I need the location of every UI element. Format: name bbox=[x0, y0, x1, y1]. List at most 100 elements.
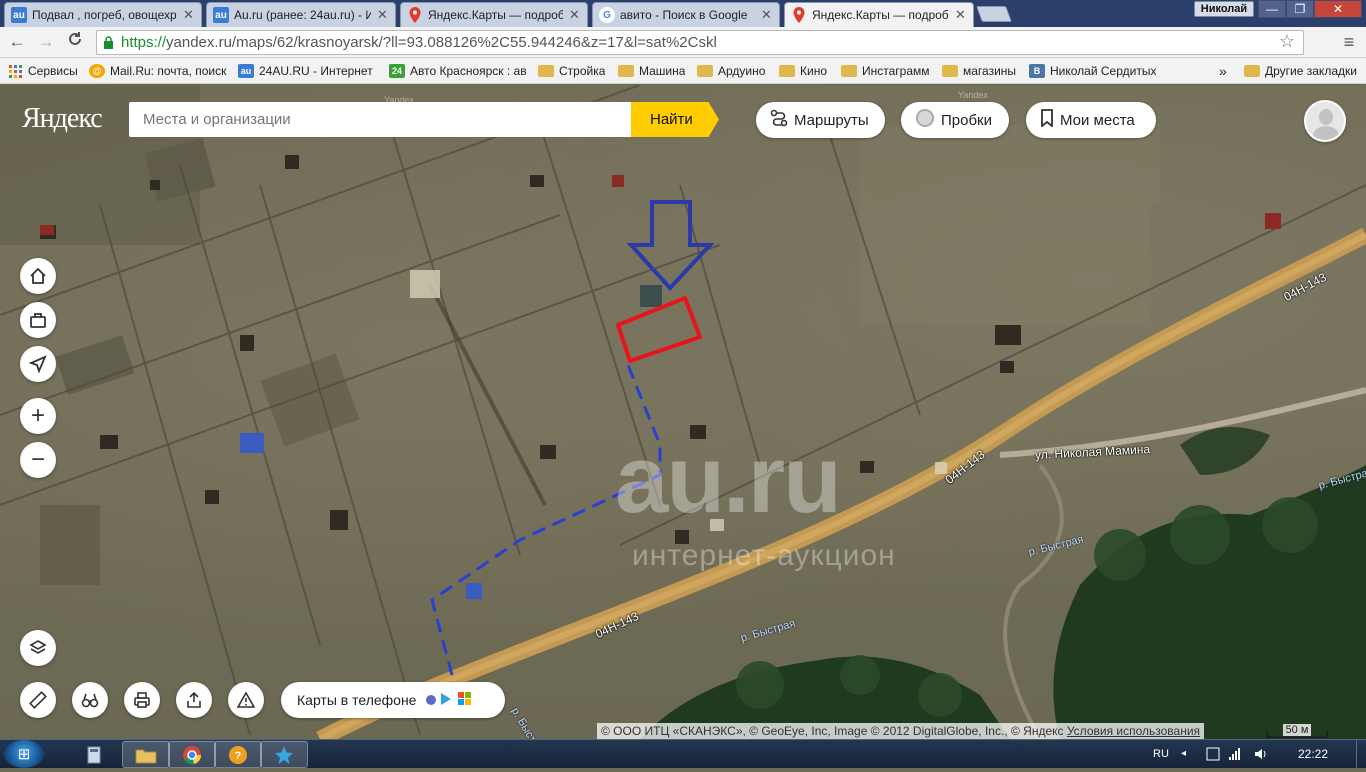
tray-arrow-icon[interactable]: ◂ bbox=[1181, 740, 1186, 768]
new-tab-button[interactable] bbox=[976, 6, 1012, 22]
tab-title: Яндекс.Карты — подробные bbox=[812, 8, 949, 22]
file-explorer-icon[interactable] bbox=[122, 741, 170, 768]
routes-label: Маршруты bbox=[794, 111, 869, 129]
ruler-button[interactable] bbox=[20, 682, 56, 718]
layers-button[interactable] bbox=[20, 630, 56, 666]
user-avatar[interactable] bbox=[1304, 100, 1346, 142]
routes-button[interactable]: Маршруты bbox=[756, 102, 885, 138]
bookmark-folder-magaziny[interactable]: магазины bbox=[942, 62, 1016, 80]
home-button[interactable] bbox=[20, 258, 56, 294]
tab-2[interactable]: Яндекс.Карты — подробные ✕ bbox=[400, 2, 588, 27]
work-button[interactable] bbox=[20, 302, 56, 338]
minimize-button[interactable]: — bbox=[1258, 0, 1286, 18]
yandex-logo[interactable]: Яндекс bbox=[22, 103, 103, 135]
app-star-icon[interactable] bbox=[260, 741, 308, 768]
au-watermark: au.ru bbox=[615, 426, 842, 533]
tab-4-active[interactable]: Яндекс.Карты — подробные ✕ bbox=[784, 2, 974, 27]
print-button[interactable] bbox=[124, 682, 160, 718]
tab-0[interactable]: au Подвал , погреб, овощехранилище ✕ bbox=[4, 2, 202, 27]
folder-icon bbox=[942, 65, 958, 77]
bookmark-auto[interactable]: 24 Авто Красноярск : ав bbox=[389, 62, 527, 80]
find-button[interactable]: Найти bbox=[631, 102, 719, 137]
profile-name[interactable]: Николай bbox=[1194, 1, 1254, 17]
folder-icon bbox=[779, 65, 795, 77]
home-icon bbox=[30, 267, 46, 284]
tab-title: Яндекс.Карты — подробные bbox=[428, 8, 563, 22]
chrome-menu-icon[interactable]: ≡ bbox=[1338, 31, 1360, 53]
language-indicator[interactable]: RU bbox=[1153, 740, 1169, 768]
close-tab-icon[interactable]: ✕ bbox=[377, 7, 389, 23]
bookmarks-overflow-button[interactable]: » bbox=[1219, 62, 1227, 80]
close-tab-icon[interactable]: ✕ bbox=[183, 7, 195, 23]
bookmark-folder-instagram[interactable]: Инстаграмм bbox=[841, 62, 930, 80]
back-button[interactable]: ← bbox=[6, 31, 28, 53]
bookmark-label: Машина bbox=[639, 64, 686, 78]
forward-button[interactable]: → bbox=[35, 31, 57, 53]
satellite-imagery bbox=[0, 85, 1366, 739]
folder-icon bbox=[618, 65, 634, 77]
bookmark-folder-mashina[interactable]: Машина bbox=[618, 62, 685, 80]
traffic-button[interactable]: Пробки bbox=[901, 102, 1009, 138]
chrome-icon[interactable] bbox=[168, 741, 216, 768]
volume-icon[interactable] bbox=[1254, 740, 1268, 768]
bookmark-label: Авто Красноярск : ав bbox=[410, 64, 527, 78]
bookmark-label: Mail.Ru: почта, поиск bbox=[110, 64, 227, 78]
windows-taskbar: ⊞ ? RU ◂ 22:22 bbox=[0, 739, 1366, 768]
bookmark-other[interactable]: Другие закладки bbox=[1244, 62, 1357, 80]
tab-title: Подвал , погреб, овощехранилище bbox=[32, 8, 177, 22]
apps-grid-icon bbox=[7, 64, 23, 78]
bookmark-services[interactable]: Сервисы bbox=[7, 62, 78, 80]
traffic-label: Пробки bbox=[941, 111, 992, 129]
show-desktop-button[interactable] bbox=[1356, 740, 1366, 768]
maps-in-phone-button[interactable]: Карты в телефоне bbox=[281, 682, 505, 718]
maps-in-phone-label: Карты в телефоне bbox=[297, 692, 417, 708]
bookmark-label: Инстаграмм bbox=[862, 64, 930, 78]
calculator-icon[interactable] bbox=[70, 741, 118, 768]
route-icon bbox=[770, 109, 788, 131]
tab-1[interactable]: au Au.ru (ранее: 24au.ru) - Интернет ✕ bbox=[206, 2, 396, 27]
yandex-maps-pin-icon bbox=[791, 7, 807, 23]
address-bar[interactable]: https://yandex.ru/maps/62/krasnoyarsk/?l… bbox=[96, 30, 1304, 55]
zoom-out-button[interactable]: − bbox=[20, 442, 56, 478]
satellite-map[interactable]: Yandex Yandex au.ru интернет-аукцион 04Н… bbox=[0, 85, 1366, 739]
network-signal-icon[interactable] bbox=[1228, 740, 1242, 768]
lock-icon bbox=[103, 35, 115, 50]
bookmark-folder-kino[interactable]: Кино bbox=[779, 62, 827, 80]
tab-3[interactable]: G авито - Поиск в Google ✕ bbox=[592, 2, 780, 27]
geolocation-button[interactable] bbox=[20, 346, 56, 382]
terms-link[interactable]: Условия использования bbox=[1067, 724, 1200, 738]
tray-flag-icon[interactable] bbox=[1206, 740, 1220, 768]
bookmark-folder-stroika[interactable]: Стройка bbox=[538, 62, 605, 80]
bookmark-vk[interactable]: B Николай Сердитых bbox=[1029, 62, 1156, 80]
report-error-button[interactable] bbox=[228, 682, 264, 718]
start-button[interactable]: ⊞ bbox=[4, 740, 44, 768]
bookmark-label: Стройка bbox=[559, 64, 606, 78]
url-scheme: https:// bbox=[121, 34, 167, 51]
close-tab-icon[interactable]: ✕ bbox=[761, 7, 773, 23]
tab-title: Au.ru (ранее: 24au.ru) - Интернет bbox=[234, 8, 371, 22]
opera-icon[interactable]: ? bbox=[214, 741, 262, 768]
bookmark-24au[interactable]: au 24AU.RU - Интернет bbox=[238, 62, 376, 80]
bookmark-star-icon[interactable]: ☆ bbox=[1279, 31, 1295, 52]
close-tab-icon[interactable]: ✕ bbox=[955, 7, 967, 23]
clock[interactable]: 22:22 bbox=[1298, 740, 1328, 768]
yandex-maps-pin-icon bbox=[407, 7, 423, 23]
layers-icon bbox=[29, 640, 47, 654]
yandex-imagery-mark: Yandex bbox=[958, 90, 988, 100]
zoom-in-button[interactable]: + bbox=[20, 398, 56, 434]
my-places-button[interactable]: Мои места bbox=[1026, 102, 1156, 138]
bookmark-folder-arduino[interactable]: Ардуино bbox=[697, 62, 765, 80]
my-places-label: Мои места bbox=[1060, 111, 1135, 129]
close-window-button[interactable]: ✕ bbox=[1314, 0, 1362, 18]
panorama-button[interactable] bbox=[72, 682, 108, 718]
maximize-button[interactable]: ❐ bbox=[1286, 0, 1314, 18]
search-input[interactable] bbox=[129, 102, 631, 137]
bookmark-mailru[interactable]: @ Mail.Ru: почта, поиск bbox=[89, 62, 229, 80]
share-button[interactable] bbox=[176, 682, 212, 718]
scale-bar: 50 м bbox=[1266, 723, 1328, 739]
bookmark-label: Кино bbox=[800, 64, 827, 78]
windows-icon bbox=[458, 692, 472, 708]
reload-button[interactable] bbox=[64, 31, 86, 53]
browser-toolbar: ← → https://yandex.ru/maps/62/krasnoyars… bbox=[0, 27, 1366, 58]
close-tab-icon[interactable]: ✕ bbox=[569, 7, 581, 23]
